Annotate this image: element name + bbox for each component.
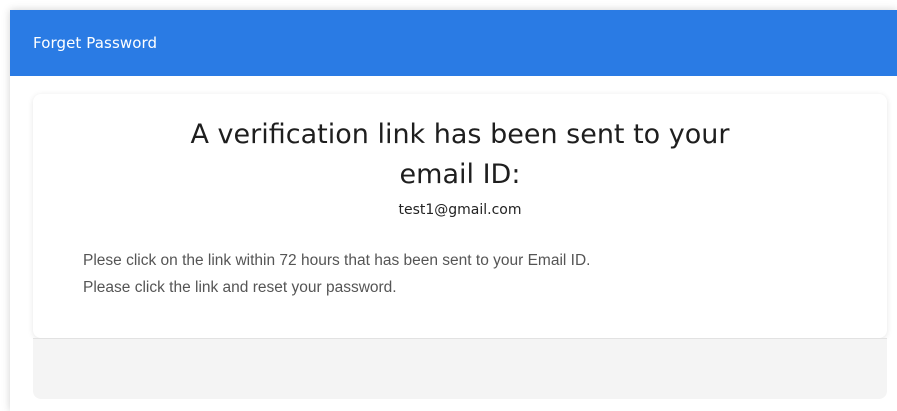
message-line-2: Please click the link and reset your pas… <box>83 279 397 296</box>
email-address: test1@gmail.com <box>398 202 522 218</box>
modal-footer <box>33 338 887 399</box>
verification-heading: A verification link has been sent to you… <box>33 115 887 195</box>
modal-title: Forget Password <box>33 34 158 52</box>
verification-card: A verification link has been sent to you… <box>33 94 887 338</box>
heading-line-2: email ID: <box>399 159 521 190</box>
modal-header: Forget Password <box>10 10 897 76</box>
instruction-message: Plese click on the link within 72 hours … <box>83 247 883 301</box>
message-line-1: Plese click on the link within 72 hours … <box>83 252 591 269</box>
heading-line-1: A verification link has been sent to you… <box>190 119 730 150</box>
modal-window: Forget Password A verification link has … <box>10 10 897 411</box>
